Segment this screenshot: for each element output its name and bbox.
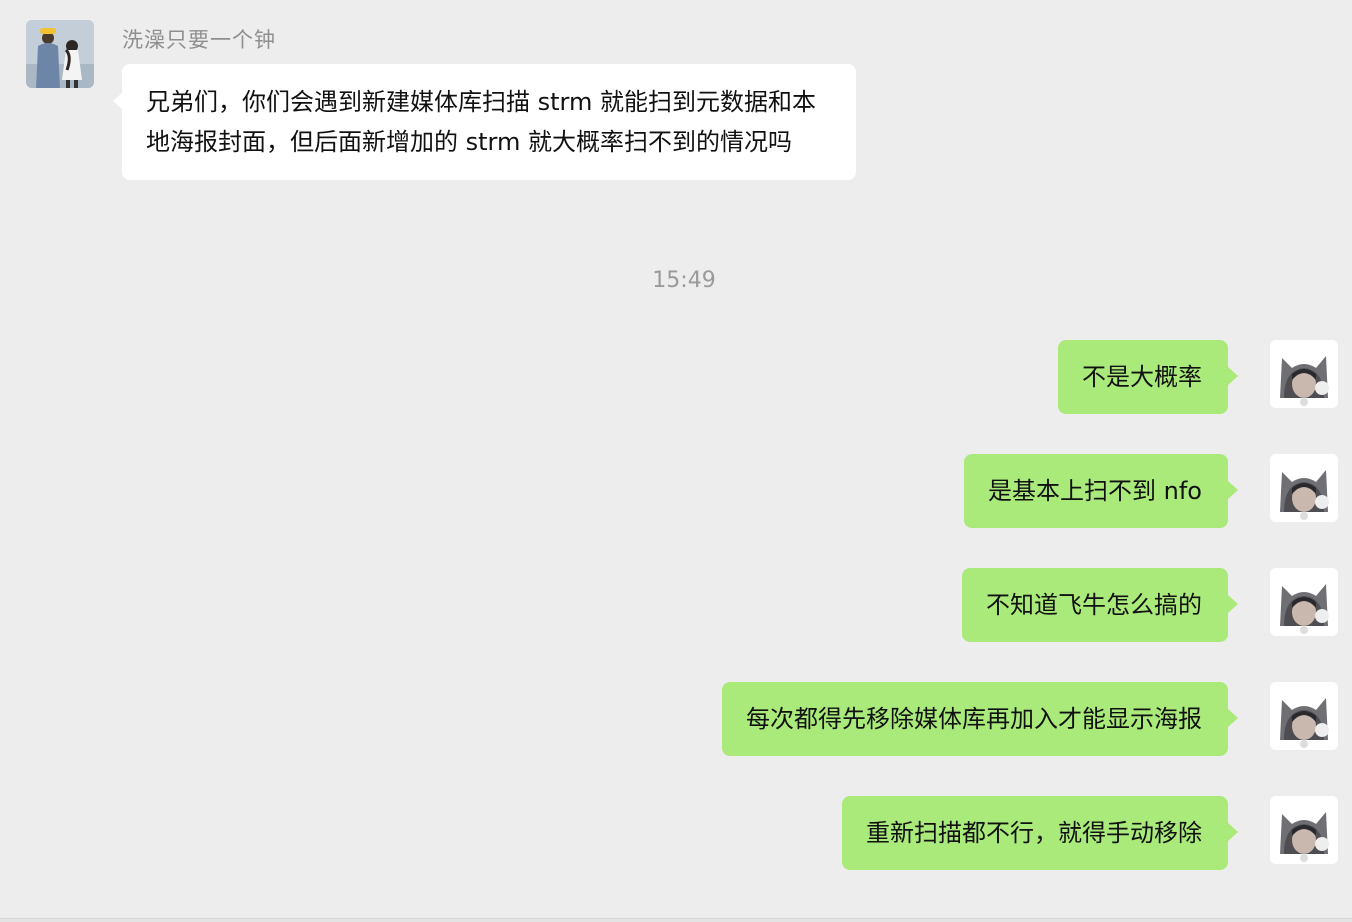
couple-illustration-icon [26, 20, 94, 88]
my-avatar[interactable] [1270, 568, 1338, 636]
outgoing-message-bubble[interactable]: 不知道飞牛怎么搞的 [962, 568, 1238, 642]
input-area-divider [0, 918, 1352, 922]
chat-message-area[interactable]: 洗澡只要一个钟 兄弟们，你们会遇到新建媒体库扫描 strm 就能扫到元数据和本地… [0, 0, 1352, 918]
outgoing-message-bubble[interactable]: 不是大概率 [1058, 340, 1238, 414]
outgoing-message-bubble[interactable]: 重新扫描都不行，就得手动移除 [842, 796, 1238, 870]
girl-with-cat-hood-icon [1270, 340, 1338, 408]
outgoing-message-row: 不是大概率 [138, 340, 1338, 414]
outgoing-message-row: 不知道飞牛怎么搞的 [138, 568, 1338, 642]
my-avatar[interactable] [1270, 340, 1338, 408]
outgoing-message-bubble[interactable]: 是基本上扫不到 nfo [964, 454, 1238, 528]
incoming-message-bubble[interactable]: 兄弟们，你们会遇到新建媒体库扫描 strm 就能扫到元数据和本地海报封面，但后面… [113, 64, 856, 180]
outgoing-message-bubble[interactable]: 每次都得先移除媒体库再加入才能显示海报 [722, 682, 1238, 756]
girl-with-cat-hood-icon [1270, 568, 1338, 636]
my-avatar[interactable] [1270, 796, 1338, 864]
girl-with-cat-hood-icon [1270, 682, 1338, 750]
message-timestamp: 15:49 [652, 268, 716, 293]
girl-with-cat-hood-icon [1270, 796, 1338, 864]
sender-avatar[interactable] [26, 20, 94, 88]
my-avatar[interactable] [1270, 682, 1338, 750]
my-avatar[interactable] [1270, 454, 1338, 522]
girl-with-cat-hood-icon [1270, 454, 1338, 522]
outgoing-message-row: 是基本上扫不到 nfo [138, 454, 1338, 528]
outgoing-message-row: 重新扫描都不行，就得手动移除 [138, 796, 1338, 870]
outgoing-message-row: 每次都得先移除媒体库再加入才能显示海报 [138, 682, 1338, 756]
sender-name: 洗澡只要一个钟 [122, 28, 276, 52]
